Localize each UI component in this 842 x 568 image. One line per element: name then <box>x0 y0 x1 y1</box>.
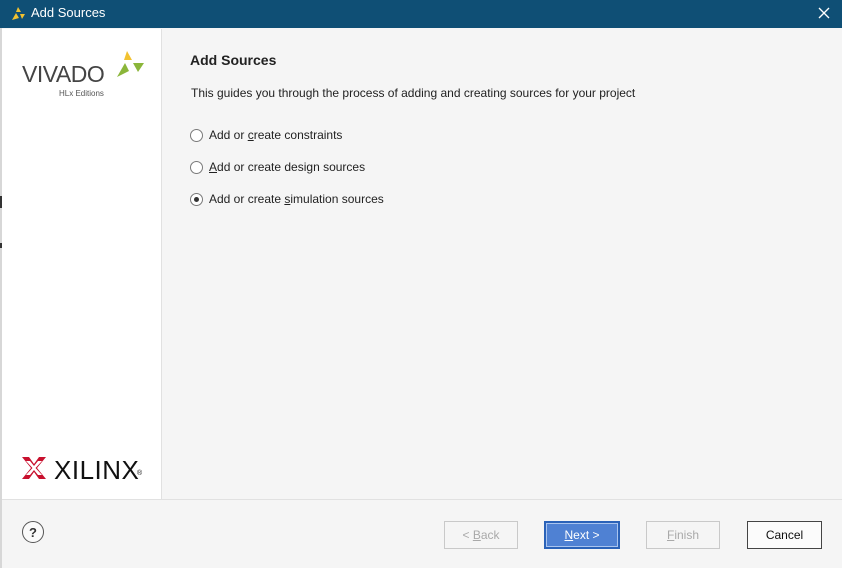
xilinx-logo-mark-icon <box>22 457 46 479</box>
back-button-label: < Back <box>462 528 500 542</box>
title-bar: Add Sources <box>0 0 842 28</box>
vivado-logo: VIVADO HLx Editions <box>22 51 146 101</box>
radio-label: Add or create simulation sources <box>209 192 384 206</box>
radio-button[interactable] <box>190 128 203 142</box>
page-title: Add Sources <box>190 52 277 68</box>
help-button[interactable]: ? <box>22 521 44 543</box>
radio-button[interactable] <box>190 160 203 174</box>
next-button-label: Next > <box>564 528 600 542</box>
cancel-button-label: Cancel <box>765 528 804 542</box>
radio-add-simulation-sources[interactable]: Add or create simulation sources <box>190 190 384 208</box>
vivado-logo-mark-icon <box>117 51 144 77</box>
finish-button-label: Finish <box>666 528 700 542</box>
xilinx-logo-text: XILINX <box>54 455 140 485</box>
radio-button-selected[interactable] <box>190 192 203 206</box>
help-icon: ? <box>29 524 37 540</box>
radio-label: Add or create constraints <box>209 128 343 142</box>
finish-button[interactable]: Finish <box>646 521 720 549</box>
footer-divider <box>2 499 842 500</box>
next-button[interactable]: Next > <box>544 521 620 549</box>
cancel-button[interactable]: Cancel <box>747 521 822 549</box>
radio-add-design-sources[interactable]: Add or create design sources <box>190 158 365 176</box>
window-title: Add Sources <box>31 5 106 20</box>
xilinx-logo: XILINX ® <box>22 455 152 485</box>
radio-label: Add or create design sources <box>209 160 366 174</box>
page-description: This guides you through the process of a… <box>191 86 636 100</box>
close-icon[interactable] <box>814 3 834 23</box>
vivado-edition-text: HLx Editions <box>59 89 104 98</box>
vivado-icon <box>12 7 25 20</box>
sidebar: VIVADO HLx Editions XILINX ® <box>2 29 162 499</box>
vivado-logo-text: VIVADO <box>22 61 105 87</box>
back-button[interactable]: < Back <box>444 521 518 549</box>
registered-mark: ® <box>137 470 143 477</box>
radio-add-constraints[interactable]: Add or create constraints <box>190 126 342 144</box>
